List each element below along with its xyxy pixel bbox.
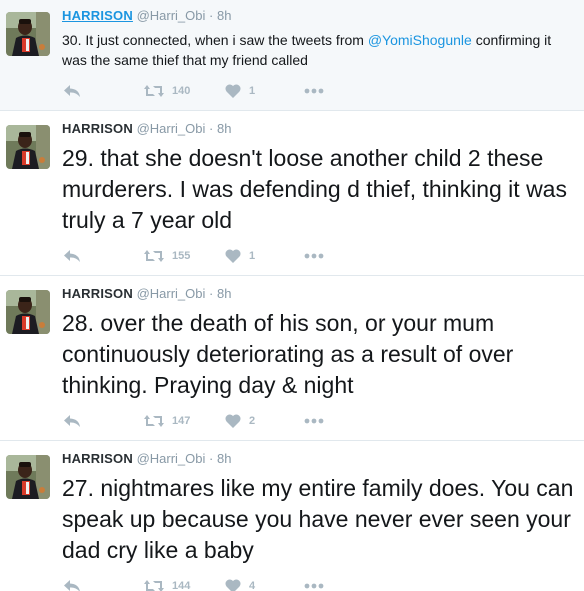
tweet-timestamp[interactable]: 8h	[217, 121, 231, 136]
like-count: 1	[249, 250, 256, 262]
reply-button[interactable]	[64, 81, 80, 101]
retweet-icon	[144, 414, 164, 428]
reply-icon	[64, 250, 80, 262]
author-name[interactable]: HARRISON	[62, 8, 133, 23]
like-button[interactable]: 1	[225, 246, 255, 266]
reply-icon	[64, 580, 80, 591]
tweet-timestamp[interactable]: 8h	[217, 451, 231, 466]
retweet-count: 155	[172, 250, 191, 262]
separator-dot: ·	[209, 8, 214, 23]
retweet-button[interactable]: 147	[144, 411, 190, 431]
more-button[interactable]	[304, 411, 324, 431]
reply-button[interactable]	[64, 246, 80, 266]
reply-button[interactable]	[64, 576, 80, 591]
retweet-icon	[144, 579, 164, 591]
tweet-header: HARRISON @Harri_Obi · 8h	[62, 286, 576, 302]
separator-dot: ·	[209, 121, 214, 136]
retweet-icon	[144, 84, 164, 98]
reply-icon	[64, 85, 80, 97]
tweet-header: HARRISON @Harri_Obi · 8h	[62, 451, 576, 467]
more-dots-icon	[304, 418, 324, 424]
tweet-item[interactable]: HARRISON @Harri_Obi · 8h 27. nightmares …	[0, 441, 584, 591]
tweet-item[interactable]: HARRISON @Harri_Obi · 8h 29. that she do…	[0, 111, 584, 276]
author-handle[interactable]: @Harri_Obi	[137, 451, 206, 466]
avatar[interactable]	[6, 290, 50, 334]
retweet-icon	[144, 249, 164, 263]
retweet-count: 147	[172, 415, 191, 427]
avatar[interactable]	[6, 455, 50, 499]
like-button[interactable]: 4	[225, 576, 255, 591]
like-count: 1	[249, 85, 256, 97]
author-handle[interactable]: @Harri_Obi	[137, 121, 206, 136]
tweet-timestamp[interactable]: 8h	[217, 286, 231, 301]
tweet-text: 28. over the death of his son, or your m…	[62, 310, 514, 398]
tweet-text: 27. nightmares like my entire family doe…	[62, 475, 574, 563]
heart-icon	[225, 414, 241, 428]
author-name[interactable]: HARRISON	[62, 121, 133, 136]
retweet-button[interactable]: 144	[144, 576, 190, 591]
like-count: 2	[249, 415, 256, 427]
retweet-button[interactable]: 140	[144, 81, 190, 101]
more-dots-icon	[304, 88, 324, 94]
tweet-item[interactable]: HARRISON @Harri_Obi · 8h 28. over the de…	[0, 276, 584, 441]
like-count: 4	[249, 580, 256, 591]
separator-dot: ·	[209, 286, 214, 301]
reply-icon	[64, 415, 80, 427]
tweet-text-part: 30. It just connected, when i saw the tw…	[62, 32, 368, 48]
more-button[interactable]	[304, 246, 324, 266]
tweet-header: HARRISON @Harri_Obi · 8h	[62, 121, 576, 137]
tweet-timestamp[interactable]: 8h	[217, 8, 231, 23]
more-button[interactable]	[304, 576, 324, 591]
avatar[interactable]	[6, 12, 50, 56]
tweet-feed: HARRISON @Harri_Obi · 8h 30. It just con…	[0, 0, 584, 591]
tweet-header: HARRISON @Harri_Obi · 8h	[62, 8, 576, 24]
mention-link[interactable]: @YomiShogunle	[368, 32, 472, 48]
author-name[interactable]: HARRISON	[62, 286, 133, 301]
heart-icon	[225, 249, 241, 263]
author-name[interactable]: HARRISON	[62, 451, 133, 466]
more-button[interactable]	[304, 81, 324, 101]
retweet-count: 140	[172, 85, 191, 97]
separator-dot: ·	[209, 451, 214, 466]
retweet-button[interactable]: 155	[144, 246, 190, 266]
like-button[interactable]: 2	[225, 411, 255, 431]
heart-icon	[225, 579, 241, 591]
author-handle[interactable]: @Harri_Obi	[137, 286, 206, 301]
avatar[interactable]	[6, 125, 50, 169]
tweet-item[interactable]: HARRISON @Harri_Obi · 8h 30. It just con…	[0, 0, 584, 111]
reply-button[interactable]	[64, 411, 80, 431]
tweet-text: 30. It just connected, when i saw the tw…	[62, 30, 576, 70]
tweet-text: 29. that she doesn't loose another child…	[62, 145, 567, 233]
more-dots-icon	[304, 253, 324, 259]
heart-icon	[225, 84, 241, 98]
retweet-count: 144	[172, 580, 191, 591]
author-handle[interactable]: @Harri_Obi	[137, 8, 206, 23]
like-button[interactable]: 1	[225, 81, 255, 101]
more-dots-icon	[304, 583, 324, 589]
